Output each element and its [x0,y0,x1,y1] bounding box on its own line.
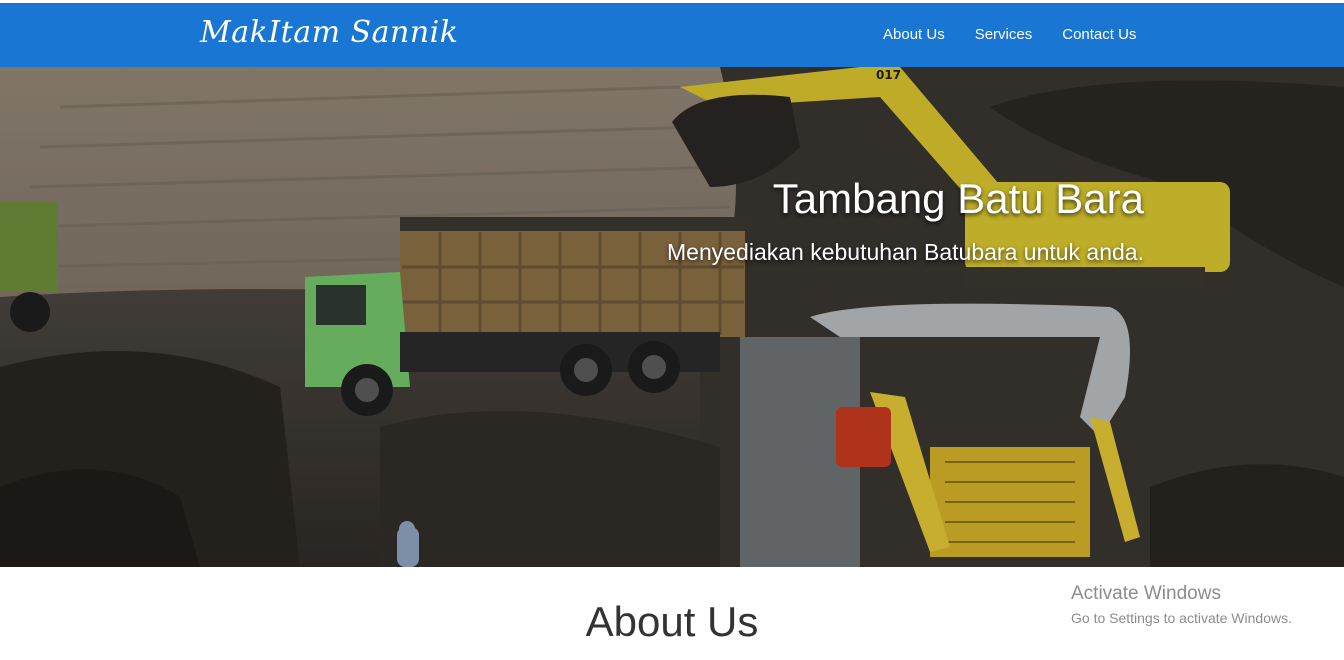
nav-links: About Us Services Contact Us [883,26,1136,43]
nav-link-about-us[interactable]: About Us [883,26,945,43]
windows-activation-watermark: Activate Windows Go to Settings to activ… [1071,583,1292,626]
nav-link-services[interactable]: Services [975,26,1033,43]
hero-subtitle: Menyediakan kebutuhan Batubara untuk and… [667,239,1144,265]
hero-banner: 017 Tambang Batu Bara Menyediakan kebutu… [0,67,1344,567]
watermark-line-2: Go to Settings to activate Windows. [1071,610,1292,626]
watermark-line-1: Activate Windows [1071,583,1221,604]
hero-title: Tambang Batu Bara [772,175,1144,222]
navbar: MakItam Sannik About Us Services Contact… [0,3,1344,67]
hero-image-mining-site: 017 [0,67,1344,567]
brand-logo[interactable]: MakItam Sannik [200,15,458,50]
nav-link-contact-us[interactable]: Contact Us [1062,26,1136,43]
